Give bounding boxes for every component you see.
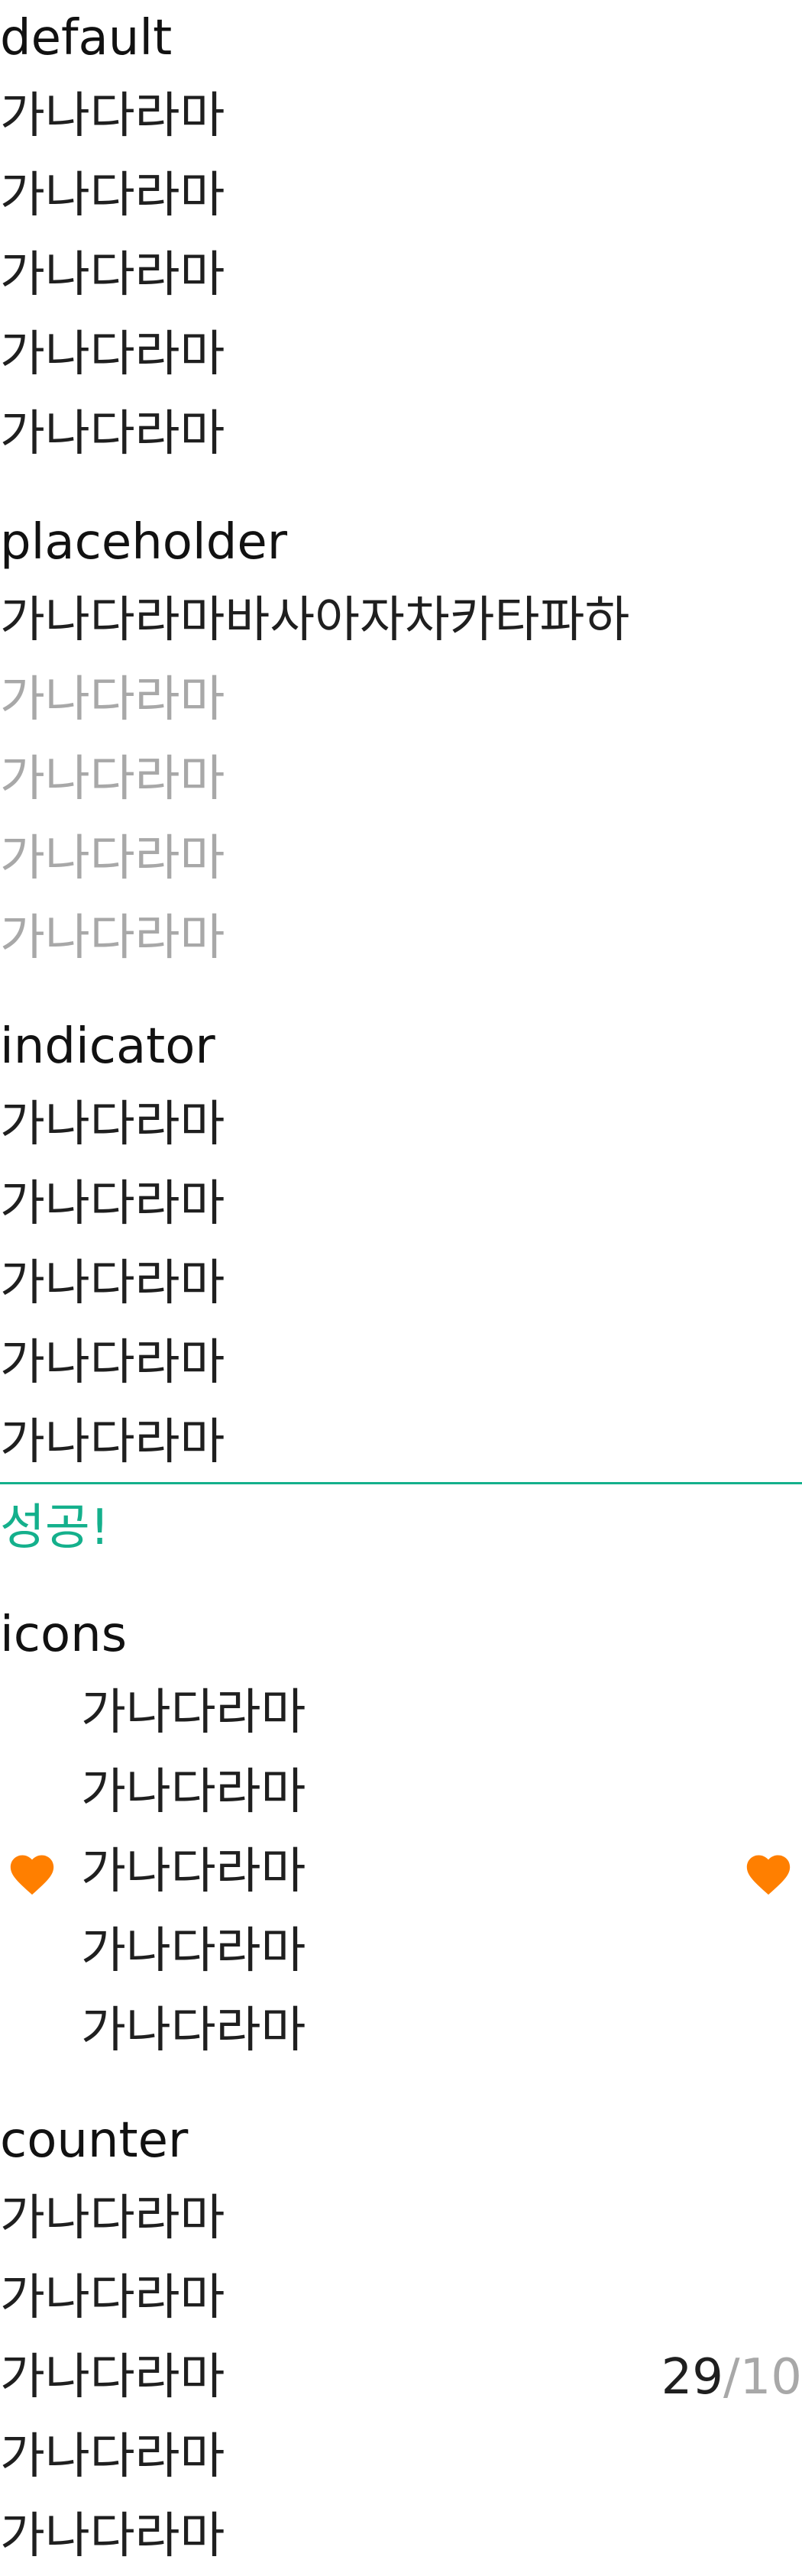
section-title-default: default bbox=[0, 10, 173, 66]
text-line: 가나다라마 bbox=[0, 1096, 225, 1153]
text-line: 가나다라마 bbox=[0, 1414, 225, 1471]
text-line: 가나다라마 bbox=[81, 1843, 306, 1900]
text-line: 가나다라마 bbox=[0, 88, 225, 144]
character-counter: 29/10 bbox=[661, 2338, 802, 2417]
text-line: 가나다라마 bbox=[0, 406, 225, 462]
section-title-icons: icons bbox=[0, 1607, 128, 1663]
text-line: 가나다라마 bbox=[0, 326, 225, 383]
heart-icon[interactable] bbox=[742, 1849, 794, 1896]
section-title-indicator: indicator bbox=[0, 1018, 215, 1075]
indicator-underline bbox=[0, 1482, 802, 1484]
text-line: 가나다라마 bbox=[81, 2002, 306, 2059]
text-line: 가나다라마 bbox=[0, 2429, 225, 2485]
text-line: 가나다라마바사아자차카타파하 bbox=[0, 592, 630, 649]
placeholder-line: 가나다라마 bbox=[0, 751, 225, 807]
text-line: 가나다라마 bbox=[0, 1176, 225, 1232]
text-line: 가나다라마 bbox=[0, 2270, 225, 2326]
text-line: 가나다라마 bbox=[0, 2508, 225, 2565]
section-title-counter: counter bbox=[0, 2112, 189, 2169]
counter-separator: / bbox=[723, 2349, 740, 2406]
text-line: 가나다라마 bbox=[0, 167, 225, 224]
text-line: 가나다라마 bbox=[81, 1923, 306, 1979]
section-title-placeholder: placeholder bbox=[0, 514, 287, 571]
placeholder-line: 가나다라마 bbox=[0, 672, 225, 728]
placeholder-line: 가나다라마 bbox=[0, 830, 225, 887]
text-line: 가나다라마 bbox=[0, 1255, 225, 1312]
text-line: 가나다라마 bbox=[81, 1764, 306, 1820]
text-line: 가나다라마 bbox=[0, 1335, 225, 1391]
counter-max: 10 bbox=[739, 2349, 802, 2406]
counter-current: 29 bbox=[661, 2349, 723, 2406]
heart-icon[interactable] bbox=[6, 1849, 58, 1896]
placeholder-line: 가나다라마 bbox=[0, 910, 225, 966]
helper-text-success: 성공! bbox=[0, 1500, 110, 1556]
text-line: 가나다라마 bbox=[81, 1684, 306, 1741]
text-line: 가나다라마 bbox=[0, 2349, 225, 2406]
text-line: 가나다라마 bbox=[0, 2190, 225, 2247]
text-line: 가나다라마 bbox=[0, 247, 225, 303]
